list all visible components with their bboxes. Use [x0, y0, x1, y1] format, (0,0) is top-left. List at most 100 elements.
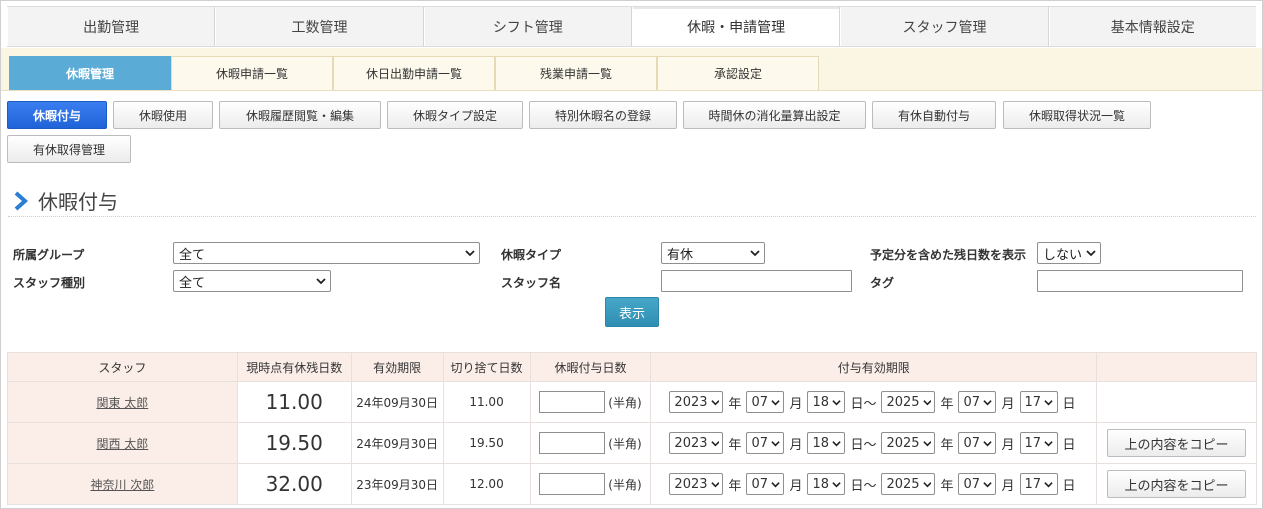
grant-days-input[interactable] — [539, 473, 606, 495]
chevron-down-icon — [771, 440, 780, 446]
staff-name-link[interactable]: 神奈川 次郎 — [90, 478, 154, 492]
staff-cell: 関西 太郎 — [7, 422, 238, 464]
from-year-select-value: 2023 — [674, 435, 708, 451]
leave-history-button[interactable]: 休暇履歴閲覧・編集 — [219, 101, 381, 129]
chevron-down-icon — [983, 481, 992, 487]
tag-input[interactable] — [1037, 270, 1243, 292]
day-unit: 日 — [1062, 437, 1076, 453]
topnav-tab-workhours[interactable]: 工数管理 — [215, 7, 424, 46]
from-year-select[interactable]: 2023 — [669, 473, 724, 495]
to-day-select[interactable]: 17 — [1019, 432, 1058, 454]
chevron-down-icon — [771, 481, 780, 487]
subnav-tab-approval-settings[interactable]: 承認設定 — [657, 56, 819, 90]
from-month-select[interactable]: 07 — [746, 391, 785, 413]
to-day-select-value: 17 — [1024, 476, 1042, 492]
auto-grant-button[interactable]: 有休自動付与 — [872, 101, 996, 129]
chevron-down-icon — [465, 250, 475, 257]
from-day-select[interactable]: 18 — [807, 432, 846, 454]
to-year-select[interactable]: 2025 — [881, 473, 936, 495]
table-row: 関東 太郎 11.00 24年09月30日 11.00 (半角) 2023 年 07 月 18 日～… — [7, 381, 1258, 423]
remaining-days-cell: 32.00 — [236, 463, 352, 505]
from-month-select[interactable]: 07 — [746, 432, 785, 454]
from-year-select-value: 2023 — [674, 476, 708, 492]
chevron-down-icon — [1044, 399, 1053, 405]
staff-type-select[interactable]: 全て — [173, 270, 331, 292]
chevron-down-icon — [983, 440, 992, 446]
topnav-tab-basic-settings[interactable]: 基本情報設定 — [1048, 7, 1256, 46]
to-year-select-value: 2025 — [886, 394, 920, 410]
discard-days-cell: 12.00 — [442, 463, 531, 505]
grant-days-input[interactable] — [539, 432, 606, 454]
copy-cell: 上の内容をコピー — [1095, 422, 1258, 464]
to-year-select[interactable]: 2025 — [881, 391, 936, 413]
from-day-select-value: 18 — [812, 435, 829, 451]
subnav-tab-leave-request-list[interactable]: 休暇申請一覧 — [171, 56, 333, 90]
staff-name-link[interactable]: 関西 太郎 — [96, 437, 148, 451]
tag-label: タグ — [870, 276, 895, 290]
from-month-select[interactable]: 07 — [746, 473, 785, 495]
month-unit: 月 — [1001, 437, 1015, 453]
grant-days-cell: (半角) — [529, 381, 652, 423]
discard-days-cell: 19.50 — [442, 422, 531, 464]
chevron-down-icon — [316, 278, 326, 285]
month-unit: 月 — [1001, 396, 1015, 412]
topnav-tab-shift[interactable]: シフト管理 — [423, 7, 632, 46]
table-row: 関西 太郎 19.50 24年09月30日 19.50 (半角) 2023 年 07 月 18 日～… — [7, 422, 1258, 464]
from-year-select[interactable]: 2023 — [669, 391, 724, 413]
to-month-select-value: 07 — [963, 476, 981, 492]
chevron-down-icon — [922, 399, 932, 405]
leave-status-list-button[interactable]: 休暇取得状況一覧 — [1003, 101, 1151, 129]
staff-cell: 神奈川 次郎 — [7, 463, 238, 505]
subnav-tab-holiday-work-list[interactable]: 休日出勤申請一覧 — [333, 56, 495, 90]
special-leave-register-button[interactable]: 特別休暇名の登録 — [529, 101, 677, 129]
paid-leave-management-button[interactable]: 有休取得管理 — [7, 135, 131, 163]
chevron-down-icon — [750, 250, 760, 257]
expiry-cell: 24年09月30日 — [350, 422, 444, 464]
hankaku-note: (半角) — [608, 395, 642, 410]
from-day-select[interactable]: 18 — [807, 473, 846, 495]
from-day-select[interactable]: 18 — [807, 391, 846, 413]
copy-above-button[interactable]: 上の内容をコピー — [1106, 470, 1246, 498]
table-header-row: スタッフ 現時点有休残日数 有効期限 切り捨て日数 休暇付与日数 付与有効期限 — [7, 352, 1258, 382]
to-month-select[interactable]: 07 — [958, 473, 997, 495]
chevron-down-icon — [1044, 440, 1053, 446]
leave-type-settings-button[interactable]: 休暇タイプ設定 — [387, 101, 523, 129]
top-navigation: 出勤管理 工数管理 シフト管理 休暇・申請管理 スタッフ管理 基本情報設定 — [7, 6, 1256, 47]
to-month-select[interactable]: 07 — [958, 391, 997, 413]
group-label: 所属グループ — [13, 248, 85, 262]
staff-type-select-value: 全て — [179, 275, 206, 291]
to-day-select[interactable]: 17 — [1019, 473, 1058, 495]
chevron-down-icon — [710, 440, 720, 446]
staff-name-link[interactable]: 関東 太郎 — [96, 396, 148, 410]
subnav-tab-leave-management[interactable]: 休暇管理 — [9, 56, 171, 90]
expiry-cell: 24年09月30日 — [350, 381, 444, 423]
to-month-select[interactable]: 07 — [958, 432, 997, 454]
to-year-select[interactable]: 2025 — [881, 432, 936, 454]
to-month-select-value: 07 — [963, 394, 981, 410]
leave-type-select[interactable]: 有休 — [661, 242, 765, 264]
group-select[interactable]: 全て — [173, 242, 480, 264]
year-unit: 年 — [940, 437, 954, 453]
topnav-tab-staff[interactable]: スタッフ管理 — [840, 7, 1049, 46]
topnav-tab-attendance[interactable]: 出勤管理 — [7, 7, 216, 46]
remaining-days-select[interactable]: しない — [1037, 242, 1101, 264]
hourly-leave-calc-settings-button[interactable]: 時間休の消化量算出設定 — [683, 101, 866, 129]
topnav-tab-leave-requests[interactable]: 休暇・申請管理 — [631, 7, 841, 46]
header-grant-period: 付与有効期限 — [650, 352, 1097, 382]
use-leave-button[interactable]: 休暇使用 — [113, 101, 213, 129]
sub-navigation-bar: 休暇管理 休暇申請一覧 休日出勤申請一覧 残業申請一覧 承認設定 — [1, 48, 1262, 91]
expiry-cell: 23年09月30日 — [350, 463, 444, 505]
to-day-select[interactable]: 17 — [1019, 391, 1058, 413]
grant-days-input[interactable] — [539, 391, 606, 413]
page-title-text: 休暇付与 — [38, 190, 118, 214]
range-unit: 日～ — [850, 478, 877, 494]
grant-period-cell: 2023 年 07 月 18 日～ 2025 年 07 月 17 日 — [650, 463, 1097, 505]
from-year-select[interactable]: 2023 — [669, 432, 724, 454]
copy-above-button[interactable]: 上の内容をコピー — [1106, 429, 1246, 457]
to-day-select-value: 17 — [1024, 394, 1042, 410]
show-button[interactable]: 表示 — [605, 297, 659, 327]
grant-leave-button[interactable]: 休暇付与 — [7, 101, 107, 129]
remaining-days-select-value: しない — [1043, 247, 1083, 263]
subnav-tab-overtime-list[interactable]: 残業申請一覧 — [495, 56, 657, 90]
staff-name-input[interactable] — [661, 270, 852, 292]
